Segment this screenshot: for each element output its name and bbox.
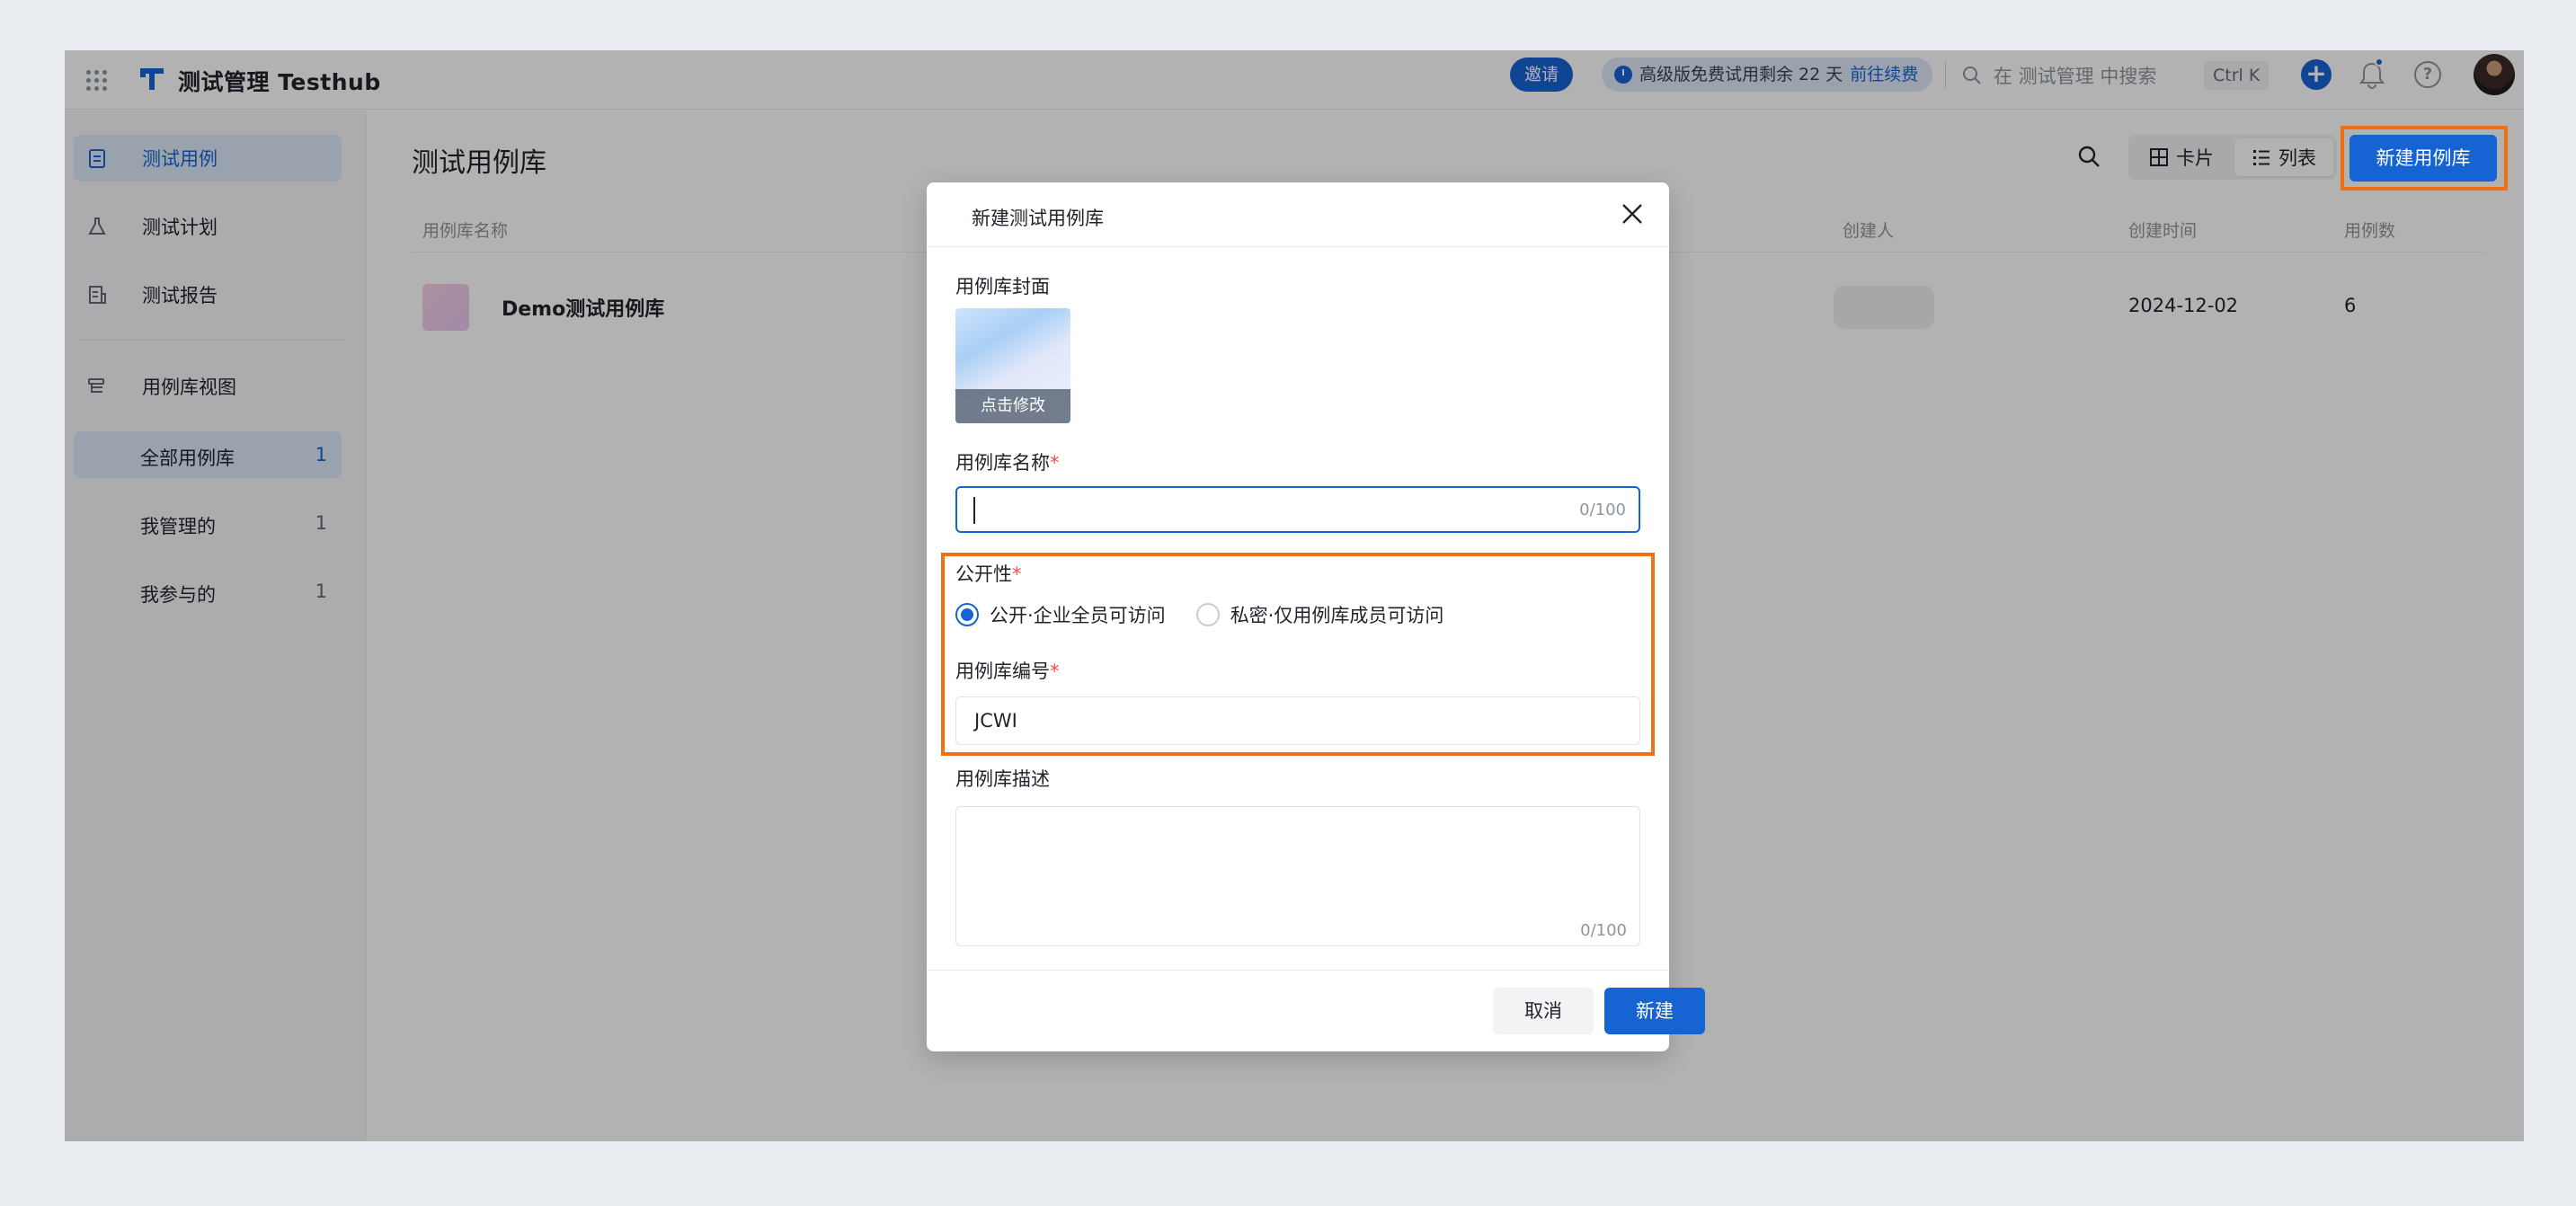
name-char-counter: 0/100 (1579, 501, 1626, 519)
description-label: 用例库描述 (955, 768, 1050, 790)
cover-image[interactable]: 点击修改 (955, 308, 1070, 423)
library-description-input[interactable]: 0/100 (955, 806, 1640, 946)
annotation-highlight-new-button (2341, 126, 2508, 191)
library-name-input[interactable]: 0/100 (955, 486, 1640, 533)
create-button[interactable]: 新建 (1604, 988, 1705, 1034)
text-caret (973, 497, 975, 524)
cover-label: 用例库封面 (955, 276, 1050, 297)
cover-edit-button[interactable]: 点击修改 (955, 389, 1070, 423)
dialog-footer-divider (927, 970, 1669, 971)
dialog-title: 新建测试用例库 (972, 208, 1104, 229)
name-label: 用例库名称* (955, 452, 1060, 474)
app-window: 测试管理 Testhub 邀请 高级版免费试用剩余 22 天 前往续费 在 测试… (65, 50, 2524, 1141)
close-icon[interactable] (1619, 200, 1646, 227)
new-library-dialog: 新建测试用例库 用例库封面 点击修改 用例库名称* 0/100 公开性* 公开·… (927, 182, 1705, 1051)
dialog-header: 新建测试用例库 (927, 182, 1669, 247)
cancel-button[interactable]: 取消 (1493, 988, 1594, 1034)
annotation-highlight-fields (941, 553, 1655, 756)
description-char-counter: 0/100 (1580, 921, 1627, 940)
